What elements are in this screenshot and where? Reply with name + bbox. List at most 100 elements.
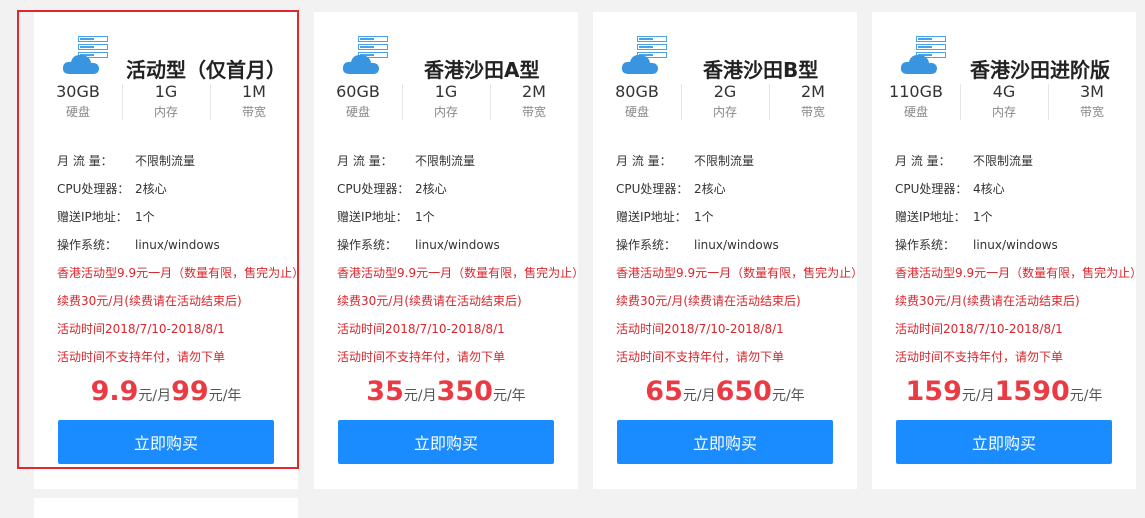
detail-ip: 赠送IP地址： 1个 — [337, 207, 587, 235]
detail-cpu: CPU处理器： 2核心 — [616, 179, 866, 207]
promo-line: 香港活动型9.9元一月（数量有限，售完为止） — [337, 266, 585, 280]
buy-now-button[interactable]: 立即购买 — [617, 420, 833, 464]
spec-memory: 1G 内存 — [122, 82, 210, 124]
detail-traffic: 月 流 量： 不限制流量 — [895, 151, 1145, 179]
detail-value: linux/windows — [973, 238, 1058, 252]
detail-os: 操作系统： linux/windows — [616, 235, 866, 263]
price-month-unit: 元/月 — [403, 388, 437, 404]
plan-details: 月 流 量： 不限制流量 CPU处理器： 2核心 赠送IP地址： 1个 操作系统： li… — [337, 151, 587, 375]
price-year-unit: 元/年 — [208, 388, 242, 404]
price-month-unit: 元/月 — [138, 388, 172, 404]
detail-value: 1个 — [694, 210, 714, 224]
spec-bandwidth: 3M 带宽 — [1048, 82, 1136, 124]
promo-line: 活动时间2018/7/10-2018/8/1 — [616, 322, 784, 336]
price-year: 350 — [436, 376, 493, 407]
detail-key: 赠送IP地址： — [57, 210, 128, 224]
price-year-unit: 元/年 — [492, 388, 526, 404]
spec-value: 60GB — [336, 82, 380, 101]
detail-key: 赠送IP地址： — [337, 210, 408, 224]
detail-key: 操作系统： — [337, 238, 398, 252]
detail-value: 不限制流量 — [973, 154, 1034, 168]
price-year: 650 — [715, 376, 772, 407]
promo-line: 续费30元/月(续费请在活动结束后) — [337, 294, 522, 308]
promo-line: 活动时间不支持年付，请勿下单 — [895, 350, 1064, 364]
plan-details: 月 流 量： 不限制流量 CPU处理器： 4核心 赠送IP地址： 1个 操作系统： li… — [895, 151, 1145, 375]
plan-title: 香港沙田A型 — [424, 58, 540, 82]
detail-value: 2核心 — [694, 182, 726, 196]
spec-label: 带宽 — [1079, 105, 1104, 119]
plan-specs: 60GB 硬盘 1G 内存 2M 带宽 — [314, 82, 578, 124]
price-year-unit: 元/年 — [771, 388, 805, 404]
detail-key: 操作系统： — [616, 238, 677, 252]
detail-value: linux/windows — [694, 238, 779, 252]
price-month-unit: 元/月 — [961, 388, 995, 404]
plan-price: 159元/月1590元/年 — [872, 376, 1136, 407]
spec-bandwidth: 2M 带宽 — [490, 82, 578, 124]
plan-title: 活动型（仅首月） — [126, 58, 286, 82]
price-month: 65 — [645, 376, 683, 407]
detail-value: 1个 — [415, 210, 435, 224]
spec-disk: 60GB 硬盘 — [314, 82, 402, 124]
detail-key: 月 流 量： — [337, 154, 393, 168]
detail-cpu: CPU处理器： 2核心 — [57, 179, 307, 207]
buy-now-button[interactable]: 立即购买 — [896, 420, 1112, 464]
detail-key: CPU处理器： — [616, 182, 689, 196]
detail-value: 2核心 — [135, 182, 167, 196]
buy-now-button[interactable]: 立即购买 — [338, 420, 554, 464]
spec-label: 内存 — [712, 105, 737, 119]
plan-card-2: 香港沙田A型 60GB 硬盘 1G 内存 2M 带宽 月 流 量： 不限制流量 CPU处… — [314, 12, 584, 489]
detail-traffic: 月 流 量： 不限制流量 — [337, 151, 587, 179]
detail-traffic: 月 流 量： 不限制流量 — [57, 151, 307, 179]
buy-now-button[interactable]: 立即购买 — [58, 420, 274, 464]
detail-value: 1个 — [135, 210, 155, 224]
spec-value: 1G — [434, 82, 458, 101]
detail-os: 操作系统： linux/windows — [57, 235, 307, 263]
plan-specs: 30GB 硬盘 1G 内存 1M 带宽 — [34, 82, 298, 124]
spec-disk: 110GB 硬盘 — [872, 82, 960, 124]
spec-value: 2M — [801, 82, 825, 101]
detail-key: CPU处理器： — [895, 182, 968, 196]
promo-line: 活动时间不支持年付，请勿下单 — [57, 350, 226, 364]
spec-label: 带宽 — [800, 105, 825, 119]
detail-value: 4核心 — [973, 182, 1005, 196]
detail-value: 不限制流量 — [135, 154, 196, 168]
promo-line: 活动时间2018/7/10-2018/8/1 — [337, 322, 505, 336]
spec-value: 3M — [1080, 82, 1104, 101]
plan-card-1: 活动型（仅首月） 30GB 硬盘 1G 内存 1M 带宽 月 流 量： 不限制流量 CP… — [34, 12, 304, 489]
spec-label: 硬盘 — [345, 105, 370, 119]
detail-key: 操作系统： — [895, 238, 956, 252]
plan-header: 活动型（仅首月） — [34, 34, 298, 84]
cloud-server-icon — [621, 36, 667, 74]
detail-ip: 赠送IP地址： 1个 — [57, 207, 307, 235]
plan-price: 35元/月350元/年 — [314, 376, 578, 407]
plan-price: 9.9元/月99元/年 — [34, 376, 298, 407]
detail-key: 赠送IP地址： — [895, 210, 966, 224]
price-year: 99 — [171, 376, 209, 407]
detail-key: 赠送IP地址： — [616, 210, 687, 224]
spec-memory: 4G 内存 — [960, 82, 1048, 124]
price-year: 1590 — [994, 376, 1070, 407]
promo-line: 续费30元/月(续费请在活动结束后) — [895, 294, 1080, 308]
spec-label: 内存 — [991, 105, 1016, 119]
spec-disk: 80GB 硬盘 — [593, 82, 681, 124]
spec-label: 带宽 — [241, 105, 266, 119]
plan-price: 65元/月650元/年 — [593, 376, 857, 407]
detail-key: 月 流 量： — [57, 154, 113, 168]
cloud-server-icon — [62, 36, 108, 74]
next-card-partial — [34, 498, 298, 518]
detail-key: 月 流 量： — [895, 154, 951, 168]
detail-value: 2核心 — [415, 182, 447, 196]
price-month: 35 — [366, 376, 404, 407]
detail-value: 不限制流量 — [415, 154, 476, 168]
spec-label: 硬盘 — [65, 105, 90, 119]
detail-ip: 赠送IP地址： 1个 — [895, 207, 1145, 235]
plan-card-3: 香港沙田B型 80GB 硬盘 2G 内存 2M 带宽 月 流 量： 不限制流量 CPU处… — [593, 12, 863, 489]
spec-value: 1M — [242, 82, 266, 101]
cloud-server-icon — [342, 36, 388, 74]
spec-memory: 2G 内存 — [681, 82, 769, 124]
plan-details: 月 流 量： 不限制流量 CPU处理器： 2核心 赠送IP地址： 1个 操作系统： li… — [616, 151, 866, 375]
spec-memory: 1G 内存 — [402, 82, 490, 124]
detail-cpu: CPU处理器： 2核心 — [337, 179, 587, 207]
detail-ip: 赠送IP地址： 1个 — [616, 207, 866, 235]
promo-line: 活动时间不支持年付，请勿下单 — [616, 350, 785, 364]
